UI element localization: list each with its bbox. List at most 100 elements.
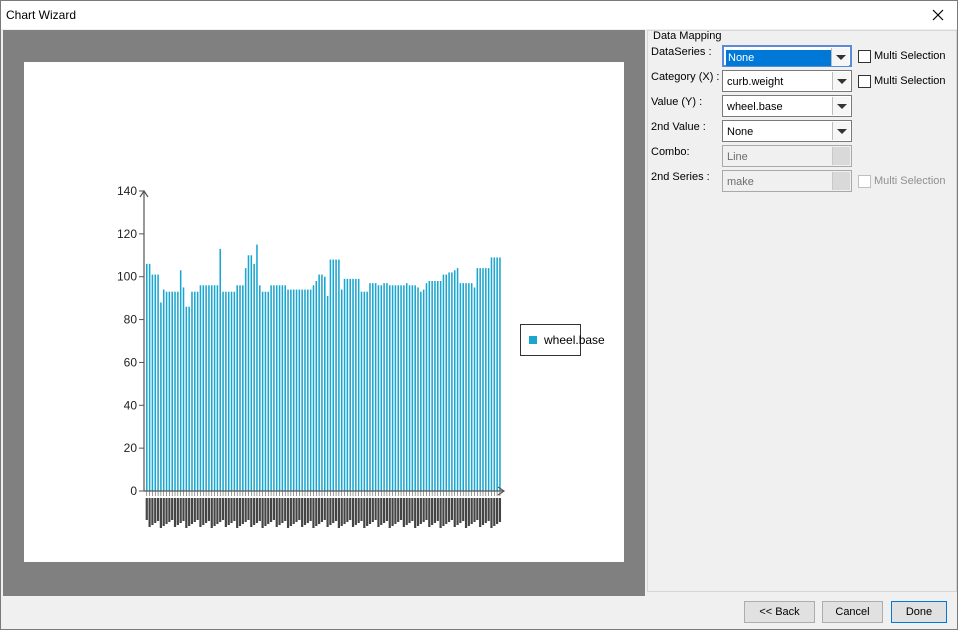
second-value-select[interactable]: None	[722, 120, 852, 142]
bar	[179, 270, 182, 491]
bar	[199, 285, 202, 491]
y-tick-label: 100	[117, 270, 137, 284]
bar	[208, 285, 210, 491]
bar	[448, 272, 450, 491]
second-value-label: 2nd Value :	[651, 121, 706, 133]
chevron-down-icon[interactable]	[831, 48, 849, 66]
bar	[171, 291, 173, 491]
dataseries-multi-checkbox[interactable]	[858, 50, 871, 63]
combo-select: Line	[722, 145, 852, 167]
done-button[interactable]: Done	[891, 601, 947, 623]
bar	[157, 274, 159, 491]
bar	[318, 274, 320, 491]
bar	[213, 285, 216, 491]
dataseries-select[interactable]: None	[722, 45, 852, 67]
category-value: curb.weight	[727, 76, 784, 88]
bar	[270, 285, 272, 491]
bar	[372, 283, 374, 491]
second-series-multi-label: Multi Selection	[874, 175, 946, 187]
bar	[479, 268, 481, 491]
bar	[182, 287, 185, 491]
close-button[interactable]	[919, 1, 957, 29]
legend-label: wheel.base	[544, 333, 605, 347]
dropdown-button-disabled	[832, 147, 850, 165]
bar	[275, 285, 278, 491]
bar	[439, 281, 442, 491]
bar	[242, 285, 244, 491]
dataseries-value: None	[726, 50, 833, 66]
y-tick-label: 40	[124, 398, 138, 412]
bar	[168, 291, 171, 491]
second-series-value: make	[727, 176, 754, 188]
bar	[202, 285, 205, 491]
bar	[259, 285, 261, 491]
bar	[225, 291, 227, 491]
bar	[315, 281, 318, 491]
bar	[357, 278, 360, 491]
bar	[227, 291, 230, 491]
bar	[465, 283, 467, 491]
y-tick-label: 20	[124, 441, 138, 455]
category-select[interactable]: curb.weight	[722, 70, 852, 92]
category-multi-checkbox[interactable]	[858, 75, 871, 88]
bar	[194, 291, 196, 491]
bar	[165, 291, 168, 491]
bar	[196, 291, 199, 491]
value-y-select[interactable]: wheel.base	[722, 95, 852, 117]
bar	[146, 263, 148, 491]
bar	[400, 285, 402, 491]
chevron-down-icon[interactable]	[832, 122, 850, 140]
y-tick-label: 60	[124, 355, 138, 369]
value-y-value: wheel.base	[727, 101, 783, 113]
y-tick-label: 0	[130, 484, 137, 498]
second-value-value: None	[727, 126, 754, 138]
dataseries-multi-label: Multi Selection	[874, 50, 946, 62]
bar	[388, 285, 391, 491]
bar	[160, 302, 162, 491]
bar	[329, 259, 332, 491]
bar	[324, 276, 326, 491]
data-mapping-title: Data Mapping	[653, 30, 722, 42]
bar	[253, 263, 255, 491]
close-icon	[932, 9, 944, 21]
bar	[487, 268, 490, 491]
bar	[188, 306, 190, 491]
bar	[219, 248, 222, 491]
bar	[278, 285, 281, 491]
bar	[148, 263, 151, 491]
bar	[290, 289, 292, 491]
bar	[326, 296, 329, 491]
chart-canvas: 0 20 40 60 80 100 120 140 wheel.base	[24, 62, 624, 562]
bar	[434, 281, 436, 491]
y-tick-label: 80	[124, 313, 138, 327]
bar	[301, 289, 303, 491]
bar	[239, 285, 241, 491]
bar	[459, 283, 462, 491]
chart-legend: wheel.base	[520, 324, 605, 356]
bar	[247, 255, 250, 491]
bar	[309, 289, 312, 491]
bar	[273, 285, 275, 491]
back-button[interactable]: << Back	[744, 601, 815, 623]
category-label: Category (X) :	[651, 71, 720, 83]
bar	[236, 285, 238, 491]
bar	[445, 274, 448, 491]
bar	[437, 281, 439, 491]
chevron-down-icon[interactable]	[832, 72, 850, 90]
bar	[216, 285, 219, 491]
bar	[414, 285, 416, 491]
bar	[261, 291, 264, 491]
bar	[295, 289, 298, 491]
chevron-down-icon[interactable]	[832, 97, 850, 115]
bar	[493, 257, 496, 491]
bar	[281, 285, 284, 491]
combo-label: Combo:	[651, 146, 690, 158]
bar	[482, 268, 484, 491]
bar	[405, 283, 408, 491]
cancel-button[interactable]: Cancel	[822, 601, 883, 623]
chart-wizard-window: Chart Wizard 0 20 40 60 80 100 120 140 wheel.ba…	[0, 0, 958, 630]
legend-swatch	[529, 336, 537, 344]
bar	[343, 278, 346, 491]
bar	[380, 285, 383, 491]
dropdown-button-disabled	[832, 172, 850, 190]
